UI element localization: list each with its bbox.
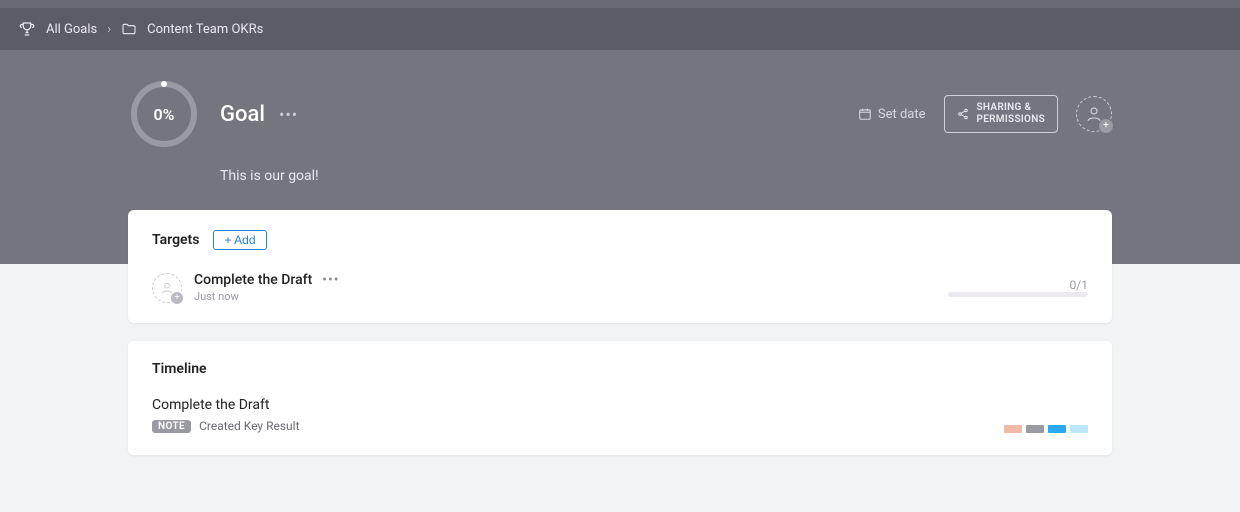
plus-badge-icon: + — [171, 292, 183, 304]
note-badge: NOTE — [152, 420, 191, 433]
share-line2: PERMISSIONS — [977, 114, 1046, 126]
swatch — [1026, 425, 1044, 433]
sharing-permissions-button[interactable]: SHARING & PERMISSIONS — [944, 95, 1059, 133]
swatch — [1048, 425, 1066, 433]
share-icon — [957, 108, 969, 120]
progress-percent: 0% — [128, 78, 200, 150]
goal-more-menu[interactable]: ••• — [275, 103, 302, 126]
breadcrumb-folder[interactable]: Content Team OKRs — [147, 22, 263, 37]
folder-icon — [121, 21, 137, 37]
share-line1: SHARING & — [977, 102, 1046, 114]
target-row[interactable]: + Complete the Draft ••• Just now 0/1 — [152, 272, 1088, 303]
targets-title: Targets — [152, 232, 199, 248]
goal-description[interactable]: This is our goal! — [220, 168, 1112, 184]
set-date-label: Set date — [878, 107, 926, 122]
swatch — [1004, 425, 1022, 433]
add-owner-button[interactable]: + — [1076, 96, 1112, 132]
breadcrumb: All Goals › Content Team OKRs — [0, 8, 1240, 50]
breadcrumb-root[interactable]: All Goals — [46, 22, 97, 37]
target-progress-bar — [948, 292, 1088, 297]
swatch — [1070, 425, 1088, 433]
window-top-band — [0, 0, 1240, 8]
add-target-button[interactable]: + Add — [213, 230, 266, 250]
timeline-card: Timeline Complete the Draft NOTE Created… — [128, 341, 1112, 455]
target-assignee-add[interactable]: + — [152, 273, 182, 303]
timeline-swatches — [1004, 425, 1088, 433]
goal-title[interactable]: Goal — [220, 102, 265, 127]
target-progress-fraction: 0/1 — [948, 278, 1088, 292]
calendar-icon — [858, 107, 872, 121]
set-date-button[interactable]: Set date — [858, 107, 926, 122]
timeline-title: Timeline — [152, 361, 1088, 377]
person-icon — [160, 281, 174, 295]
targets-card: Targets + Add + Complete the Draft ••• J… — [128, 210, 1112, 323]
progress-ring: 0% — [128, 78, 200, 150]
timeline-item-title[interactable]: Complete the Draft — [152, 397, 1088, 413]
trophy-icon — [18, 20, 36, 38]
target-more-menu[interactable]: ••• — [322, 272, 339, 288]
plus-badge-icon: + — [1099, 119, 1113, 133]
note-text: Created Key Result — [199, 419, 299, 433]
target-timestamp: Just now — [194, 290, 339, 303]
target-name[interactable]: Complete the Draft — [194, 272, 312, 288]
timeline-item: Complete the Draft NOTE Created Key Resu… — [152, 397, 1088, 433]
chevron-right-icon: › — [107, 22, 111, 37]
